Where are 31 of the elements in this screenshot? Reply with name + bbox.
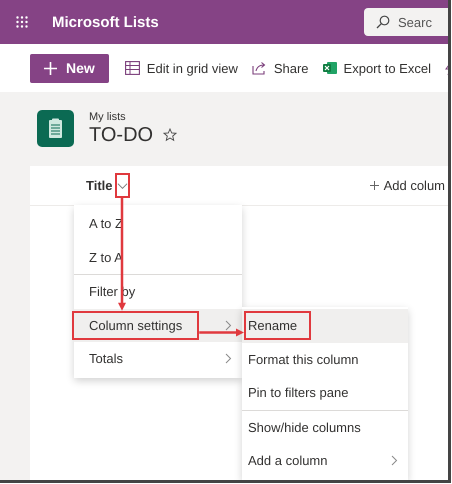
share-icon (252, 61, 267, 75)
menu-item[interactable]: Rename (242, 309, 408, 342)
grid-icon (124, 61, 140, 75)
new-button[interactable]: New (30, 54, 109, 82)
export-button[interactable]: Export to Excel (320, 60, 433, 76)
chevron-right-icon (225, 353, 232, 364)
menu-item[interactable]: Pin to filters pane (242, 376, 408, 410)
app-launcher-icon[interactable] (16, 16, 28, 28)
menu-item[interactable]: Show/hide columns (242, 410, 408, 444)
spreadsheet-icon (322, 61, 337, 75)
chevron-right-icon (391, 455, 398, 466)
column-header[interactable]: Title (86, 178, 112, 193)
share-button[interactable]: Share (250, 60, 311, 76)
search-icon (376, 15, 390, 29)
add-column-button[interactable]: Add colum (370, 178, 445, 193)
chevron-down-icon[interactable] (114, 173, 130, 198)
annotation-arrow (199, 328, 244, 336)
menu-item[interactable]: Column settings (74, 308, 242, 342)
menu-item[interactable]: Add a column (242, 444, 408, 478)
menu-item[interactable]: Format this column (242, 342, 408, 376)
menu-item[interactable]: Totals (74, 342, 242, 376)
chevron-right-icon (225, 320, 232, 331)
favorite-star-icon[interactable] (163, 128, 178, 142)
plus-icon (370, 181, 379, 190)
breadcrumb-link[interactable]: My lists (89, 110, 178, 122)
plus-icon (44, 62, 57, 74)
list-icon (37, 110, 74, 147)
search-field[interactable]: Searc (364, 8, 448, 36)
app-title: Microsoft Lists (52, 14, 159, 30)
list-title: TO-DO (89, 124, 154, 146)
edit-grid-button[interactable]: Edit in grid view (122, 60, 240, 76)
